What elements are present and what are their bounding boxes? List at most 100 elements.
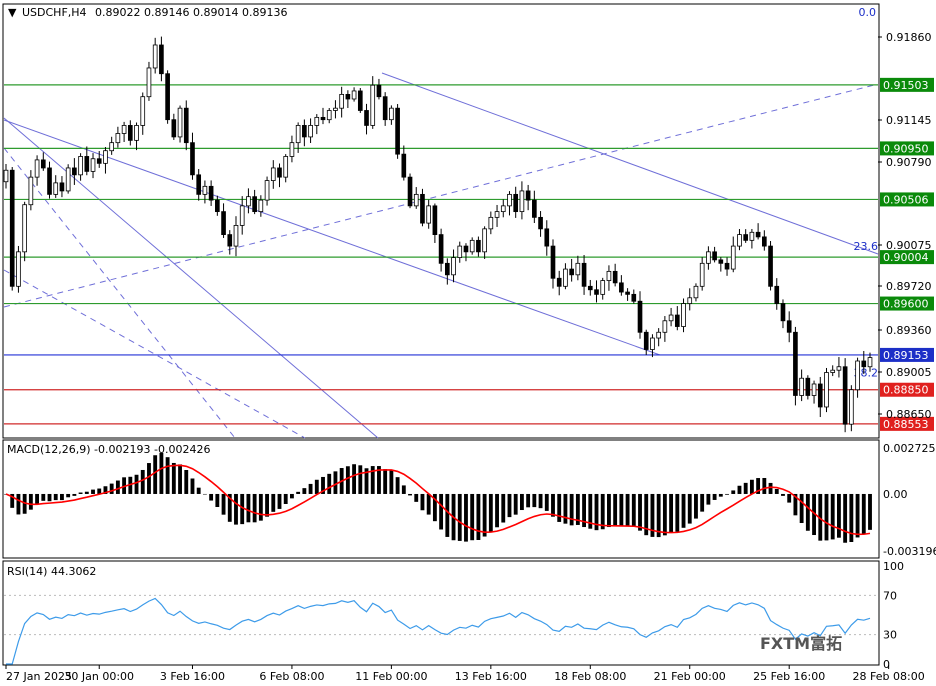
candle bbox=[28, 176, 34, 206]
rising-dashed-line bbox=[3, 83, 879, 308]
macd-bar bbox=[302, 488, 307, 494]
candle bbox=[351, 90, 357, 100]
candle bbox=[432, 205, 438, 235]
candle bbox=[650, 337, 655, 350]
macd-bar bbox=[358, 465, 363, 494]
macd-bar bbox=[153, 455, 158, 494]
candle bbox=[587, 285, 593, 291]
macd-bar bbox=[258, 493, 263, 521]
candle bbox=[289, 142, 295, 157]
macd-bar bbox=[669, 493, 674, 533]
candle bbox=[656, 331, 661, 339]
price-tick-label: 0.90075 bbox=[886, 239, 932, 252]
macd-bar bbox=[60, 493, 64, 501]
candle bbox=[681, 303, 686, 327]
macd-bar bbox=[607, 493, 611, 528]
macd-bar bbox=[681, 493, 686, 528]
candle bbox=[320, 116, 326, 121]
macd-bar bbox=[265, 493, 269, 517]
candle bbox=[252, 196, 257, 213]
macd-bar bbox=[464, 493, 468, 542]
candle bbox=[606, 270, 612, 281]
macd-bar bbox=[830, 493, 835, 540]
macd-bar bbox=[507, 493, 512, 518]
candle bbox=[53, 182, 59, 195]
candle bbox=[382, 96, 388, 121]
macd-bar bbox=[700, 493, 705, 512]
macd-bar bbox=[159, 452, 164, 494]
candle bbox=[314, 116, 320, 126]
macd-bar bbox=[234, 493, 238, 525]
candle bbox=[308, 125, 313, 138]
price-tick-label: 0.89005 bbox=[886, 366, 932, 379]
macd-bar bbox=[327, 473, 332, 494]
candle bbox=[619, 282, 624, 293]
candle bbox=[3, 169, 9, 183]
candle bbox=[357, 90, 363, 111]
macd-histogram bbox=[4, 452, 872, 543]
macd-bar bbox=[84, 491, 89, 494]
macd-bar bbox=[395, 477, 400, 494]
candle bbox=[183, 107, 189, 144]
macd-bar bbox=[476, 493, 481, 540]
candle bbox=[121, 125, 127, 134]
candle bbox=[494, 211, 500, 218]
candle bbox=[625, 291, 630, 295]
candle bbox=[631, 293, 637, 302]
candle bbox=[575, 262, 581, 276]
candle bbox=[202, 185, 208, 195]
candle bbox=[134, 125, 139, 141]
macd-bar bbox=[855, 493, 860, 538]
macd-bar bbox=[551, 493, 555, 517]
candle bbox=[246, 196, 251, 207]
macd-bar bbox=[638, 493, 642, 531]
price-tick-label: 0.91860 bbox=[886, 31, 932, 44]
macd-bar bbox=[178, 464, 182, 494]
candle bbox=[830, 369, 836, 373]
level-label-0.89600: 0.89600 bbox=[883, 298, 929, 311]
candle bbox=[594, 289, 599, 295]
candle bbox=[556, 277, 562, 287]
macd-bar bbox=[209, 493, 214, 501]
candle bbox=[724, 262, 730, 270]
price-axis: 0.91503 0.90950 0.90506 0.90004 0.89600 0.891… bbox=[878, 31, 936, 671]
candle bbox=[674, 314, 680, 327]
macd-bar bbox=[439, 493, 444, 530]
candle bbox=[730, 245, 736, 270]
rsi-tick-label: 30 bbox=[883, 629, 897, 642]
candle bbox=[451, 257, 456, 276]
macd-bar bbox=[482, 493, 487, 537]
macd-tick-label: -0.003196 bbox=[883, 545, 936, 558]
candle bbox=[40, 159, 46, 169]
macd-bar bbox=[488, 493, 493, 532]
level-label-0.90950: 0.90950 bbox=[883, 142, 929, 155]
candle bbox=[476, 239, 481, 253]
macd-bar bbox=[78, 492, 83, 494]
candle bbox=[420, 193, 425, 224]
macd-bar bbox=[843, 493, 848, 543]
candle bbox=[842, 366, 848, 425]
macd-bar bbox=[731, 490, 736, 494]
macd-bar bbox=[600, 493, 605, 530]
candle bbox=[277, 167, 282, 178]
candle bbox=[103, 150, 108, 164]
chart-svg: 23.638.2 0.915030.909500.905060.900040.8… bbox=[2, 3, 936, 683]
candle bbox=[824, 372, 829, 408]
candle bbox=[718, 259, 724, 264]
candle bbox=[233, 225, 239, 247]
dropdown-icon[interactable]: ▼ bbox=[8, 6, 17, 19]
macd-bar bbox=[115, 480, 120, 494]
macd-bar bbox=[625, 493, 630, 527]
candle bbox=[513, 193, 519, 213]
macd-bar bbox=[277, 493, 282, 509]
macd-bar bbox=[147, 463, 151, 494]
macd-bar bbox=[781, 493, 785, 496]
candle bbox=[407, 176, 413, 207]
candle bbox=[774, 285, 780, 304]
candle bbox=[867, 357, 873, 368]
macd-bar bbox=[91, 489, 95, 494]
channel-upper-line bbox=[381, 72, 879, 255]
time-label: 11 Feb 00:00 bbox=[355, 670, 427, 683]
macd-bar bbox=[66, 493, 71, 498]
candle bbox=[333, 107, 338, 111]
